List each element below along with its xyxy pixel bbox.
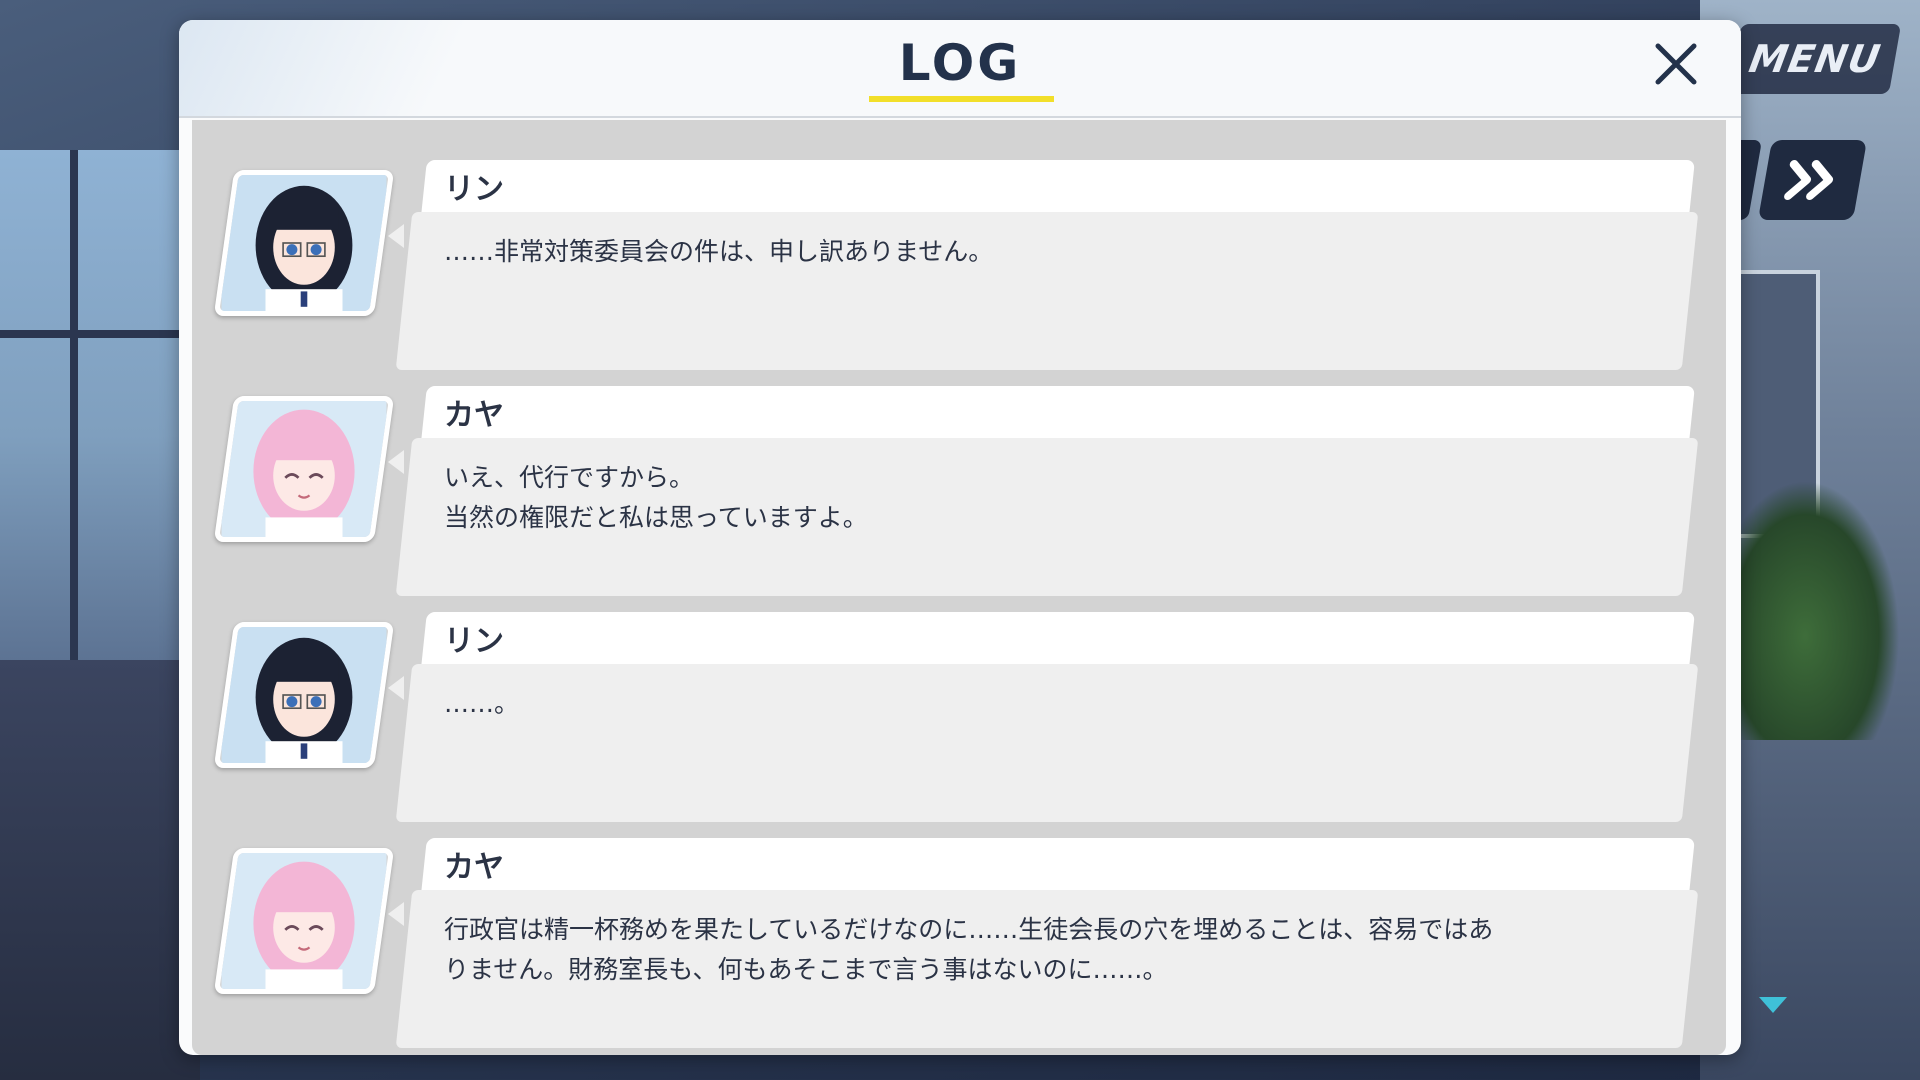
menu-label: MENU <box>1745 37 1885 81</box>
log-entry: カヤ いえ、代行ですから。 当然の権限だと私は思っていますよ。 <box>192 386 1726 601</box>
rin-avatar <box>213 622 395 768</box>
speaker-name: リン <box>444 624 504 659</box>
rin-portrait-icon <box>221 170 387 316</box>
menu-button[interactable]: MENU <box>1728 24 1902 94</box>
bubble-tail <box>388 224 404 248</box>
title-underline <box>869 96 1054 102</box>
background-sofa <box>0 660 200 1080</box>
speaker-name-tag <box>421 838 1695 894</box>
bubble-tail <box>388 902 404 926</box>
speaker-name: カヤ <box>444 850 504 885</box>
log-list[interactable]: リン ……非常対策委員会の件は、申し訳ありません。 カヤ いえ、代行ですから。 … <box>192 120 1726 1055</box>
rin-portrait-icon <box>221 622 387 768</box>
speaker-name-tag <box>421 160 1695 216</box>
log-panel: LOG リン ……非常対策委員会の件は、申し訳ありません。 カヤ いえ、代行です… <box>179 20 1741 1055</box>
speaker-name-tag <box>421 612 1695 668</box>
kaya-avatar <box>213 848 395 994</box>
log-entry: リン ……非常対策委員会の件は、申し訳ありません。 <box>192 160 1726 375</box>
bubble-tail <box>388 676 404 700</box>
fast-forward-icon <box>1783 160 1833 200</box>
dialogue-text: 行政官は精一杯務めを果たしているだけなのに……生徒会長の穴を埋めることは、容易で… <box>444 915 1494 984</box>
close-button[interactable] <box>1646 34 1706 94</box>
log-header: LOG <box>179 20 1741 118</box>
scroll-down-icon[interactable] <box>1759 997 1787 1013</box>
bubble-tail <box>388 450 404 474</box>
close-icon <box>1655 43 1697 85</box>
skip-button[interactable] <box>1757 140 1868 220</box>
log-entry: リン ……。 <box>192 612 1726 827</box>
rin-avatar <box>213 170 395 316</box>
background-window <box>0 150 190 670</box>
window-mullion <box>70 150 78 670</box>
kaya-portrait-icon <box>221 848 387 994</box>
speaker-name: カヤ <box>444 398 504 433</box>
speaker-name-tag <box>421 386 1695 442</box>
window-transom <box>0 330 180 338</box>
dialogue-text: ……。 <box>444 689 520 718</box>
log-title: LOG <box>898 34 1022 92</box>
kaya-portrait-icon <box>221 396 387 542</box>
speaker-name: リン <box>444 172 504 207</box>
dialogue-text: ……非常対策委員会の件は、申し訳ありません。 <box>444 237 994 266</box>
log-entry: カヤ 行政官は精一杯務めを果たしているだけなのに……生徒会長の穴を埋めることは、… <box>192 838 1726 1053</box>
dialogue-text: いえ、代行ですから。 当然の権限だと私は思っていますよ。 <box>444 463 868 532</box>
kaya-avatar <box>213 396 395 542</box>
